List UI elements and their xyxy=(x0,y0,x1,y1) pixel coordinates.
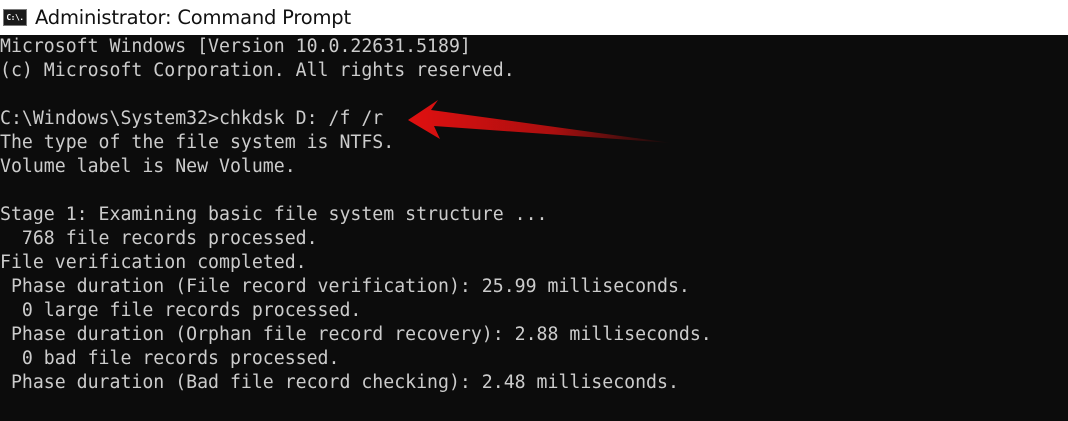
console-output-area[interactable]: Microsoft Windows [Version 10.0.22631.51… xyxy=(0,35,1068,421)
command-prompt-icon-glyph: C:\. xyxy=(6,12,24,22)
console-line-bad-records: 0 bad file records processed. xyxy=(0,348,340,369)
console-line-verification-completed: File verification completed. xyxy=(0,252,307,273)
console-line-stage: Stage 1: Examining basic file system str… xyxy=(0,204,548,225)
console-line-file-system: The type of the file system is NTFS. xyxy=(0,132,395,153)
console-line-records-processed: 768 file records processed. xyxy=(0,228,318,249)
console-line-version: Microsoft Windows [Version 10.0.22631.51… xyxy=(0,36,471,57)
title-bar[interactable]: C:\. Administrator: Command Prompt xyxy=(0,0,1068,35)
console-line-phase-duration: Phase duration (File record verification… xyxy=(0,276,690,297)
console-line-phase-duration: Phase duration (Bad file record checking… xyxy=(0,372,679,393)
console-line-phase-duration: Phase duration (Orphan file record recov… xyxy=(0,324,712,345)
console-line-volume-label: Volume label is New Volume. xyxy=(0,156,296,177)
command-prompt-window: C:\. Administrator: Command Prompt Micro… xyxy=(0,0,1068,421)
console-line-copyright: (c) Microsoft Corporation. All rights re… xyxy=(0,60,515,81)
window-title: Administrator: Command Prompt xyxy=(35,6,351,29)
command-line: C:\Windows\System32>chkdsk D: /f /r xyxy=(0,108,384,129)
console-line-large-records: 0 large file records processed. xyxy=(0,300,362,321)
command-prompt-icon[interactable]: C:\. xyxy=(3,9,27,26)
